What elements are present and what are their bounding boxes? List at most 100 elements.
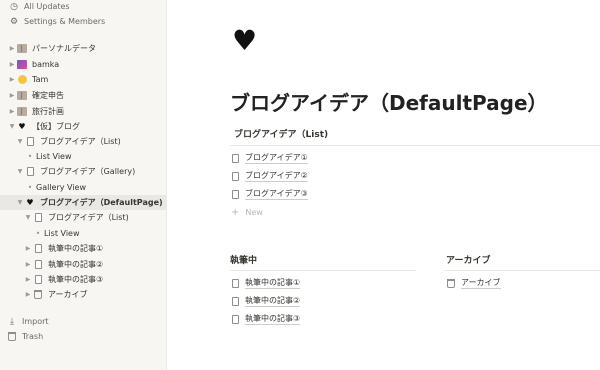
expand-toggle-icon[interactable]: ▶ — [8, 45, 16, 52]
sidebar-item-tam[interactable]: ▶ Tam — [0, 72, 166, 87]
sidebar-item-list-view[interactable]: • List View — [0, 149, 166, 164]
collapse-toggle-icon[interactable]: ▼ — [24, 214, 32, 221]
heart-icon: ♥ — [18, 122, 26, 131]
list-item-label: 執筆中の記事② — [245, 296, 301, 307]
list-item-label: 執筆中の記事③ — [245, 314, 301, 325]
sidebar-item-label: Tam — [32, 75, 49, 84]
expand-toggle-icon[interactable]: ▶ — [8, 76, 16, 83]
list-item[interactable]: ブログアイデア① — [232, 153, 308, 164]
list-item[interactable]: 執筆中の記事① — [232, 278, 301, 289]
sidebar-item-blog[interactable]: ▼ ♥ 【仮】ブログ — [0, 119, 166, 134]
import-label: Import — [22, 317, 49, 326]
collapse-toggle-icon[interactable]: ▼ — [16, 199, 24, 206]
sidebar-item-archive[interactable]: ▶ アーカイブ — [0, 287, 166, 302]
sidebar-item-list-view-nested[interactable]: • List View — [0, 226, 166, 241]
book-icon — [16, 91, 28, 100]
document-icon — [32, 213, 44, 222]
import-link[interactable]: ⤓ Import — [0, 314, 166, 329]
gear-icon: ⚙ — [9, 16, 19, 27]
sidebar-item-personal-data[interactable]: ▶ パーソナルデータ — [0, 41, 166, 56]
picture-icon — [16, 60, 28, 69]
list-item-label: ブログアイデア② — [245, 171, 308, 182]
collapse-toggle-icon[interactable]: ▼ — [8, 123, 16, 130]
sidebar-item-travel-plan[interactable]: ▶ 旅行計画 — [0, 104, 166, 119]
sidebar-item-draft-3[interactable]: ▶ 執筆中の記事③ — [0, 272, 166, 287]
linked-database-title[interactable]: ブログアイデア（List) — [234, 127, 328, 140]
sidebar-item-label: パーソナルデータ — [32, 44, 96, 53]
sidebar-item-label: bamka — [32, 60, 60, 69]
settings-members-label: Settings & Members — [24, 17, 106, 26]
document-icon — [232, 279, 239, 288]
bullet-icon: • — [27, 183, 33, 192]
sidebar-item-label: Gallery View — [36, 183, 87, 192]
new-item-button[interactable]: + New — [231, 207, 263, 218]
expand-toggle-icon[interactable]: ▶ — [24, 276, 32, 283]
expand-toggle-icon[interactable]: ▶ — [8, 108, 16, 115]
all-updates-link[interactable]: ◷ All Updates — [0, 0, 166, 14]
document-icon — [32, 244, 44, 253]
settings-members-link[interactable]: ⚙ Settings & Members — [0, 14, 166, 29]
document-icon — [32, 260, 44, 269]
sidebar-item-blog-ideas-gallery[interactable]: ▼ ブログアイデア（Gallery) — [0, 164, 166, 179]
document-icon — [24, 167, 36, 176]
book-icon — [16, 44, 28, 53]
sidebar-item-label: 執筆中の記事② — [48, 260, 104, 269]
sidebar-item-label: ブログアイデア（List) — [40, 137, 121, 146]
sidebar-item-blog-ideas-default-page[interactable]: ▼ ♥ ブログアイデア（DefaultPage) — [0, 195, 166, 210]
plus-icon: + — [231, 207, 240, 218]
sidebar-item-gallery-view[interactable]: • Gallery View — [0, 180, 166, 195]
document-icon — [232, 315, 239, 324]
document-icon — [32, 275, 44, 284]
list-item-label: ブログアイデア① — [245, 153, 308, 164]
list-item[interactable]: ブログアイデア③ — [232, 189, 308, 200]
column-divider — [230, 270, 416, 271]
sidebar-item-bamka[interactable]: ▶ bamka — [0, 57, 166, 72]
sidebar-item-label: 執筆中の記事① — [48, 244, 104, 253]
collapse-toggle-icon[interactable]: ▼ — [16, 138, 24, 145]
list-item-label: 執筆中の記事① — [245, 278, 301, 289]
all-updates-label: All Updates — [24, 2, 70, 11]
section-divider — [230, 145, 600, 146]
expand-toggle-icon[interactable]: ▶ — [24, 245, 32, 252]
sidebar-item-label: 確定申告 — [32, 91, 64, 100]
trash-label: Trash — [22, 332, 44, 341]
document-icon — [232, 190, 239, 199]
sidebar-item-label: 執筆中の記事③ — [48, 275, 104, 284]
sidebar-item-blog-ideas-list-nested[interactable]: ▼ ブログアイデア（List) — [0, 210, 166, 225]
trash-icon — [447, 279, 455, 288]
sidebar-item-label: 【仮】ブログ — [32, 122, 80, 131]
sidebar-item-tax-return[interactable]: ▶ 確定申告 — [0, 88, 166, 103]
bullet-icon: • — [27, 152, 33, 161]
sidebar-item-draft-1[interactable]: ▶ 執筆中の記事① — [0, 241, 166, 256]
list-item[interactable]: 執筆中の記事③ — [232, 314, 301, 325]
document-icon — [232, 154, 239, 163]
page-title[interactable]: ブログアイデア（DefaultPage） — [230, 87, 548, 116]
document-icon — [232, 172, 239, 181]
sidebar-item-label: ブログアイデア（List) — [48, 213, 129, 222]
sidebar-item-label: ブログアイデア（DefaultPage) — [40, 198, 163, 207]
sidebar-item-draft-2[interactable]: ▶ 執筆中の記事② — [0, 257, 166, 272]
document-icon — [24, 137, 36, 146]
sidebar-item-blog-ideas-list[interactable]: ▼ ブログアイデア（List) — [0, 134, 166, 149]
bullet-icon: • — [35, 229, 41, 238]
import-icon: ⤓ — [10, 316, 14, 327]
column-title-archive: アーカイブ — [446, 256, 491, 266]
heart-icon: ♥ — [26, 198, 34, 207]
archive-link-label: アーカイブ — [461, 278, 501, 289]
page-content: ♥ ブログアイデア（DefaultPage） ブログアイデア（List) ブログ… — [166, 0, 600, 370]
expand-toggle-icon[interactable]: ▶ — [8, 61, 16, 68]
collapse-toggle-icon[interactable]: ▼ — [16, 168, 24, 175]
list-item[interactable]: ブログアイデア② — [232, 171, 308, 182]
list-item[interactable]: 執筆中の記事② — [232, 296, 301, 307]
trash-icon — [6, 332, 18, 341]
expand-toggle-icon[interactable]: ▶ — [24, 291, 32, 298]
archive-link[interactable]: アーカイブ — [447, 278, 501, 289]
sun-icon — [16, 75, 28, 84]
page-heart-icon[interactable]: ♥ — [232, 26, 257, 56]
clock-icon: ◷ — [10, 1, 18, 12]
sidebar-item-label: 旅行計画 — [32, 107, 64, 116]
new-item-label: New — [245, 208, 263, 217]
expand-toggle-icon[interactable]: ▶ — [8, 92, 16, 99]
expand-toggle-icon[interactable]: ▶ — [24, 261, 32, 268]
trash-link[interactable]: Trash — [0, 329, 166, 344]
